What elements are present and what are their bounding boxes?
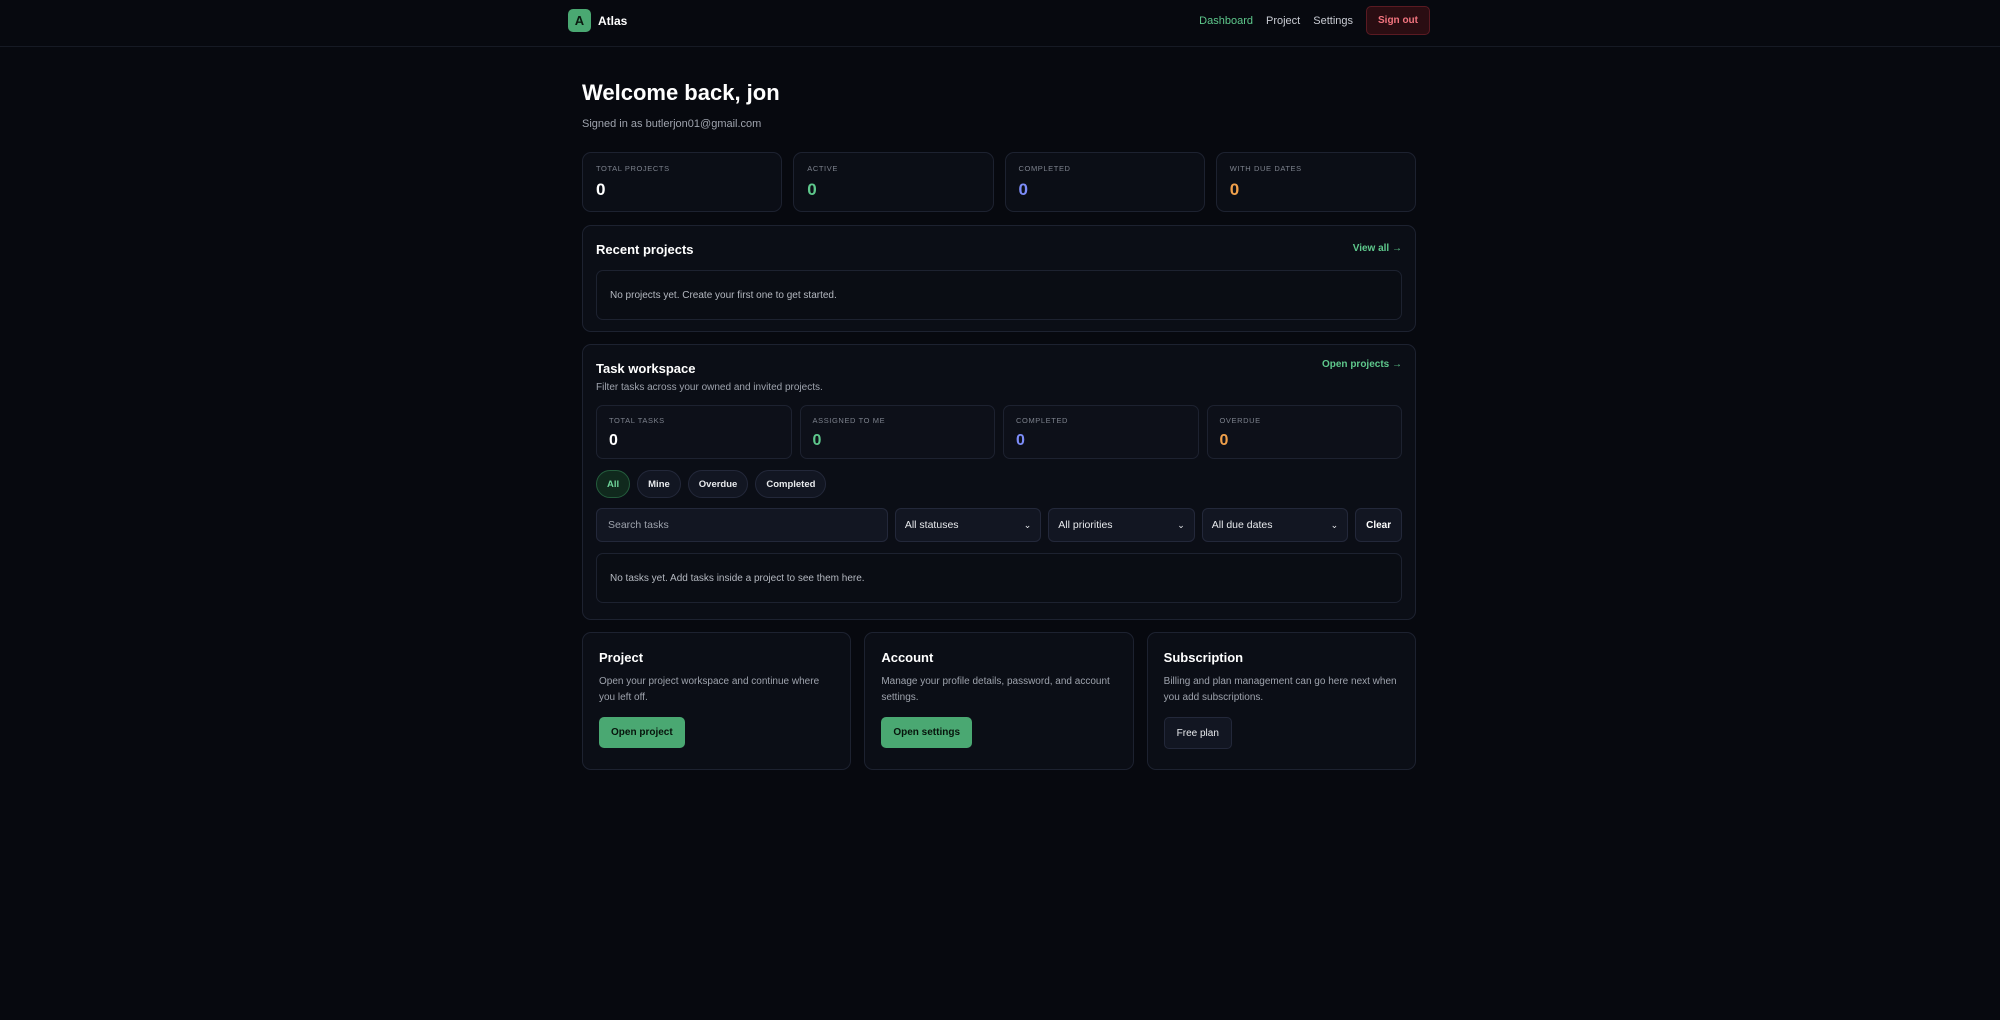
stat-value: 0: [1229, 180, 1240, 199]
stat-completed: COMPLETED 0: [1004, 152, 1205, 212]
stat-value: 0: [807, 180, 817, 199]
account-card-text: Manage your profile details, password, a…: [881, 676, 1110, 703]
pill-all[interactable]: All: [596, 470, 631, 498]
stat-label: ACTIVE: [807, 164, 838, 173]
task-stat-total: TOTAL TASKS 0: [596, 405, 792, 459]
tasks-empty: No tasks yet. Add tasks inside a project…: [596, 553, 1402, 603]
stat-value: 0: [812, 432, 822, 449]
stat-label: TOTAL TASKS: [609, 416, 665, 425]
status-select[interactable]: All statuses ⌄: [894, 508, 1042, 542]
stat-active: ACTIVE 0: [793, 152, 994, 212]
sign-out-button[interactable]: Sign out: [1366, 6, 1430, 35]
task-stat-assigned: ASSIGNED TO ME 0: [799, 405, 995, 459]
stat-value: 0: [596, 180, 606, 199]
chevron-down-icon: ⌄: [1023, 519, 1032, 530]
stat-label: COMPLETED: [1018, 164, 1071, 173]
pill-overdue[interactable]: Overdue: [687, 470, 749, 498]
open-project-button[interactable]: Open project: [599, 717, 685, 748]
pill-completed[interactable]: Completed: [755, 470, 827, 498]
stat-due-dates: WITH DUE DATES 0: [1215, 152, 1416, 212]
nav-project[interactable]: Project: [1266, 15, 1300, 27]
task-workspace-title: Task workspace: [596, 361, 696, 376]
account-card: Account Manage your profile details, pas…: [864, 632, 1134, 770]
subscription-card-text: Billing and plan management can go here …: [1163, 676, 1397, 703]
view-all-link[interactable]: View all →: [1353, 243, 1402, 254]
project-card: Project Open your project workspace and …: [582, 632, 852, 770]
app-name: Atlas: [598, 13, 628, 28]
page-title: Welcome back, jon: [582, 80, 780, 105]
task-stats-row: TOTAL TASKS 0 ASSIGNED TO ME 0 COMPLETED…: [596, 405, 1402, 459]
open-settings-button[interactable]: Open settings: [881, 717, 973, 748]
account-card-title: Account: [881, 650, 934, 665]
stat-value: 0: [609, 432, 618, 449]
chevron-down-icon: ⌄: [1177, 519, 1185, 530]
stat-label: WITH DUE DATES: [1229, 164, 1302, 173]
task-workspace-subtitle: Filter tasks across your owned and invit…: [596, 382, 823, 393]
task-filter-pills: All Mine Overdue Completed: [596, 470, 1402, 498]
search-tasks-input[interactable]: [596, 508, 888, 542]
recent-projects-title: Recent projects: [596, 242, 694, 257]
stat-label: TOTAL PROJECTS: [596, 164, 670, 173]
priority-select[interactable]: All priorities ⌄: [1048, 508, 1195, 542]
stat-value: 0: [1219, 432, 1229, 449]
due-date-select-value: All due dates: [1211, 519, 1273, 531]
free-plan-button[interactable]: Free plan: [1163, 717, 1232, 749]
open-projects-link[interactable]: Open projects →: [1322, 359, 1402, 370]
stats-row: TOTAL PROJECTS 0 ACTIVE 0 COMPLETED 0 WI…: [582, 152, 1416, 212]
task-workspace-panel: Task workspace Open projects → Filter ta…: [582, 344, 1416, 620]
top-bar: A Atlas Dashboard Project Settings Sign …: [0, 0, 2000, 47]
signed-in-text: Signed in as butlerjon01@gmail.com: [582, 118, 762, 130]
chevron-down-icon: ⌄: [1330, 519, 1339, 530]
stat-value: 0: [1018, 180, 1028, 199]
stat-value: 0: [1016, 432, 1025, 449]
stat-label: COMPLETED: [1016, 416, 1069, 425]
task-stat-overdue: OVERDUE 0: [1206, 405, 1402, 459]
pill-mine[interactable]: Mine: [637, 470, 681, 498]
priority-select-value: All priorities: [1058, 519, 1113, 531]
brand[interactable]: A Atlas: [568, 9, 627, 32]
clear-filters-button[interactable]: Clear: [1355, 508, 1403, 542]
status-select-value: All statuses: [904, 519, 959, 531]
nav-dashboard[interactable]: Dashboard: [1199, 15, 1253, 27]
subscription-card-title: Subscription: [1163, 650, 1244, 665]
nav-settings[interactable]: Settings: [1313, 15, 1353, 27]
task-stat-completed: COMPLETED 0: [1003, 405, 1199, 459]
stat-label: OVERDUE: [1219, 416, 1261, 425]
logo: A: [568, 9, 591, 32]
task-filters: All statuses ⌄ All priorities ⌄ All due …: [596, 508, 1403, 542]
bottom-cards: Project Open your project workspace and …: [582, 632, 1416, 770]
stat-total-projects: TOTAL PROJECTS 0: [582, 152, 783, 212]
stat-label: ASSIGNED TO ME: [812, 416, 886, 425]
project-card-text: Open your project workspace and continue…: [599, 676, 820, 703]
project-card-title: Project: [599, 650, 644, 665]
subscription-card: Subscription Billing and plan management…: [1146, 632, 1416, 770]
recent-projects-panel: Recent projects View all → No projects y…: [582, 225, 1416, 332]
due-date-select[interactable]: All due dates ⌄: [1201, 508, 1349, 542]
recent-projects-empty: No projects yet. Create your first one t…: [596, 270, 1402, 320]
main-nav: Dashboard Project Settings Sign out: [1199, 6, 1430, 35]
